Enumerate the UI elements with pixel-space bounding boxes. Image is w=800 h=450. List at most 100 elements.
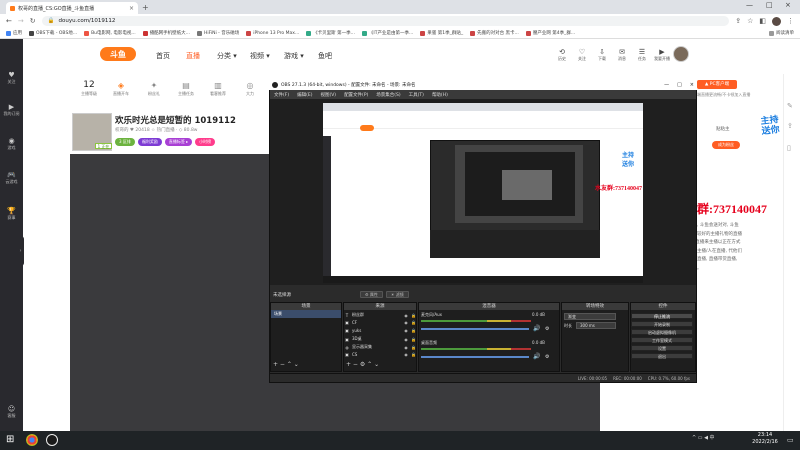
- sidebar-item-game[interactable]: ◉ 游戏: [0, 137, 23, 151]
- reload-icon[interactable]: ↻: [30, 17, 36, 25]
- room-tag[interactable]: 直播标签 ▸: [164, 138, 193, 146]
- reading-list[interactable]: 阅读清单: [769, 30, 794, 36]
- bookmark-item[interactable]: 《卡贝里斯 第一季...: [306, 30, 355, 36]
- stat-item[interactable]: ▤ 主播任务: [173, 80, 199, 97]
- bookmark-item[interactable]: Bu电影网, 电影电视...: [84, 30, 136, 36]
- source-item[interactable]: ▣ CF ◉ 🔒: [345, 320, 417, 325]
- stop-streaming-button[interactable]: 停止推流: [631, 313, 693, 319]
- nav-home[interactable]: 首页: [156, 51, 170, 61]
- sidebar-item-service[interactable]: ☺ 客服: [0, 405, 23, 419]
- room-tag[interactable]: 3 区排: [115, 138, 135, 146]
- sidebar-item-subscribe[interactable]: ▶ 我的订阅: [0, 103, 23, 117]
- douyu-logo[interactable]: 斗鱼: [100, 47, 136, 61]
- nav-category[interactable]: 分类 ▾: [217, 51, 237, 61]
- nav-live[interactable]: 直播: [186, 51, 200, 61]
- visibility-lock-icons[interactable]: ◉ 🔒: [404, 328, 417, 333]
- bookmark-item[interactable]: iPhone 13 Pro Max...: [246, 30, 299, 36]
- settings-button[interactable]: 设置: [631, 345, 693, 351]
- header-message[interactable]: ✉ 消息: [612, 48, 632, 62]
- scene-list-controls[interactable]: + − ⌃ ⌄: [273, 361, 299, 368]
- sidebar-item-follow[interactable]: ♥ 关注: [0, 71, 23, 85]
- source-item[interactable]: ▣ 3D桌 ◉ 🔒: [345, 336, 417, 342]
- start-recording-button[interactable]: 开始录制: [631, 321, 693, 327]
- visibility-lock-icons[interactable]: ◉ 🔒: [404, 352, 417, 357]
- header-start-live[interactable]: ▶ 我要开播: [652, 48, 672, 62]
- visibility-lock-icons[interactable]: ◉ 🔒: [404, 320, 417, 325]
- stat-item[interactable]: ◈ 直播开车: [108, 80, 134, 97]
- user-avatar[interactable]: [673, 46, 689, 62]
- feedback-icon[interactable]: ✎: [787, 102, 793, 110]
- new-tab-button[interactable]: +: [142, 3, 149, 12]
- windows-start-icon[interactable]: ⊞: [6, 434, 14, 445]
- filters-button[interactable]: ☀ 滤镜: [385, 291, 409, 298]
- back-icon[interactable]: ←: [6, 17, 12, 25]
- visibility-lock-icons[interactable]: ◉ 🔒: [404, 337, 417, 342]
- header-history[interactable]: ⟲ 历史: [552, 48, 572, 62]
- virtual-camera-button[interactable]: 启动虚拟摄像机: [631, 329, 693, 335]
- room-tag[interactable]: 福利奖励: [137, 138, 162, 146]
- bookmark-item[interactable]: 先搬的对对台 黑卡...: [470, 30, 519, 36]
- speaker-icon[interactable]: 🔊: [533, 325, 540, 332]
- stat-item[interactable]: ✦ 粉丝礼: [141, 80, 167, 97]
- notification-icon[interactable]: ▭: [787, 436, 794, 444]
- stat-item[interactable]: ▥ 看客推荐: [205, 80, 231, 97]
- sidebar-item-cloud-game[interactable]: 🎮 云游戏: [0, 171, 23, 185]
- studio-mode-button[interactable]: 工作室模式: [631, 337, 693, 343]
- menu-icon[interactable]: ⋮: [787, 17, 794, 25]
- visibility-lock-icons[interactable]: ◉ 🔒: [404, 313, 417, 318]
- bookmark-item[interactable]: 果骚 第1季_群贴_: [420, 30, 463, 36]
- scene-item[interactable]: 场景: [271, 310, 341, 318]
- share-icon[interactable]: ⇪: [735, 17, 741, 25]
- profile-avatar[interactable]: [772, 16, 781, 26]
- source-item[interactable]: ◍ 显示器采集 ◉ 🔒: [345, 344, 417, 350]
- duration-input[interactable]: 300 ms: [576, 322, 616, 329]
- speaker-icon[interactable]: 🔊: [533, 353, 540, 360]
- volume-slider[interactable]: [421, 356, 529, 358]
- gear-icon[interactable]: ⚙: [545, 354, 549, 360]
- bookmark-item[interactable]: 腰产业网 第4季_群...: [525, 30, 575, 36]
- menu-edit[interactable]: 编辑(E): [297, 92, 312, 98]
- obs-icon[interactable]: [46, 434, 58, 446]
- bookmark-item[interactable]: 播酷网手机壁纸大...: [142, 30, 190, 36]
- header-task[interactable]: ☰ 任务: [632, 48, 652, 62]
- system-tray[interactable]: ^ ▭ ◀ 中: [692, 434, 715, 441]
- share-icon[interactable]: ⇪: [787, 122, 793, 130]
- become-fan-button[interactable]: 成为粉丝: [712, 141, 740, 149]
- exit-button[interactable]: 退出: [631, 353, 693, 359]
- room-tag[interactable]: 小时榜: [195, 138, 216, 146]
- bookmark-item[interactable]: HiFiNi - 音乐磁场: [196, 30, 239, 36]
- phone-icon[interactable]: ▯: [787, 144, 791, 152]
- stat-item[interactable]: ◎ 大力: [237, 80, 263, 97]
- menu-profile[interactable]: 配置文件(P): [344, 92, 368, 98]
- visibility-lock-icons[interactable]: ◉ 🔒: [404, 345, 417, 350]
- extensions-icon[interactable]: ◧: [759, 17, 766, 25]
- minimize-button[interactable]: —: [746, 1, 753, 9]
- nav-video[interactable]: 视频 ▾: [250, 51, 270, 61]
- gear-icon[interactable]: ⚙: [545, 326, 549, 332]
- source-item[interactable]: ▣ CS ◉ 🔒: [345, 352, 417, 357]
- star-icon[interactable]: ☆: [747, 17, 753, 25]
- menu-scene-collection[interactable]: 场景集合(S): [376, 92, 400, 98]
- sidebar-collapse-button[interactable]: ›: [17, 236, 24, 266]
- header-follow[interactable]: ♡ 关注: [572, 48, 592, 62]
- pc-client-button[interactable]: ▲ PC客户端: [697, 80, 737, 89]
- stat-level[interactable]: 12 主播等级: [76, 80, 102, 97]
- tab-close-icon[interactable]: ×: [129, 5, 134, 12]
- properties-button[interactable]: ⚙ 属性: [360, 291, 383, 298]
- nav-fishbar[interactable]: 鱼吧: [318, 51, 332, 61]
- close-window-button[interactable]: ×: [785, 1, 791, 9]
- maximize-button[interactable]: □: [766, 1, 773, 9]
- menu-view[interactable]: 视图(V): [320, 92, 336, 98]
- transition-select[interactable]: 渐变: [564, 313, 616, 320]
- header-download[interactable]: ⇩ 下载: [592, 48, 612, 62]
- menu-file[interactable]: 文件(F): [274, 92, 289, 98]
- source-item[interactable]: T 粉丝群 ◉ 🔒: [345, 312, 417, 318]
- menu-tools[interactable]: 工具(T): [409, 92, 424, 98]
- volume-slider[interactable]: [421, 328, 529, 330]
- bookmark-item[interactable]: OBS下载 - OBS地...: [29, 30, 77, 36]
- obs-maximize-button[interactable]: □: [677, 82, 682, 88]
- sidebar-item-match[interactable]: 🏆 赛事: [0, 207, 23, 221]
- menu-help[interactable]: 帮助(H): [432, 92, 448, 98]
- address-bar[interactable]: 🔒 douyu.com/1019112: [41, 16, 730, 26]
- chrome-icon[interactable]: [26, 434, 38, 446]
